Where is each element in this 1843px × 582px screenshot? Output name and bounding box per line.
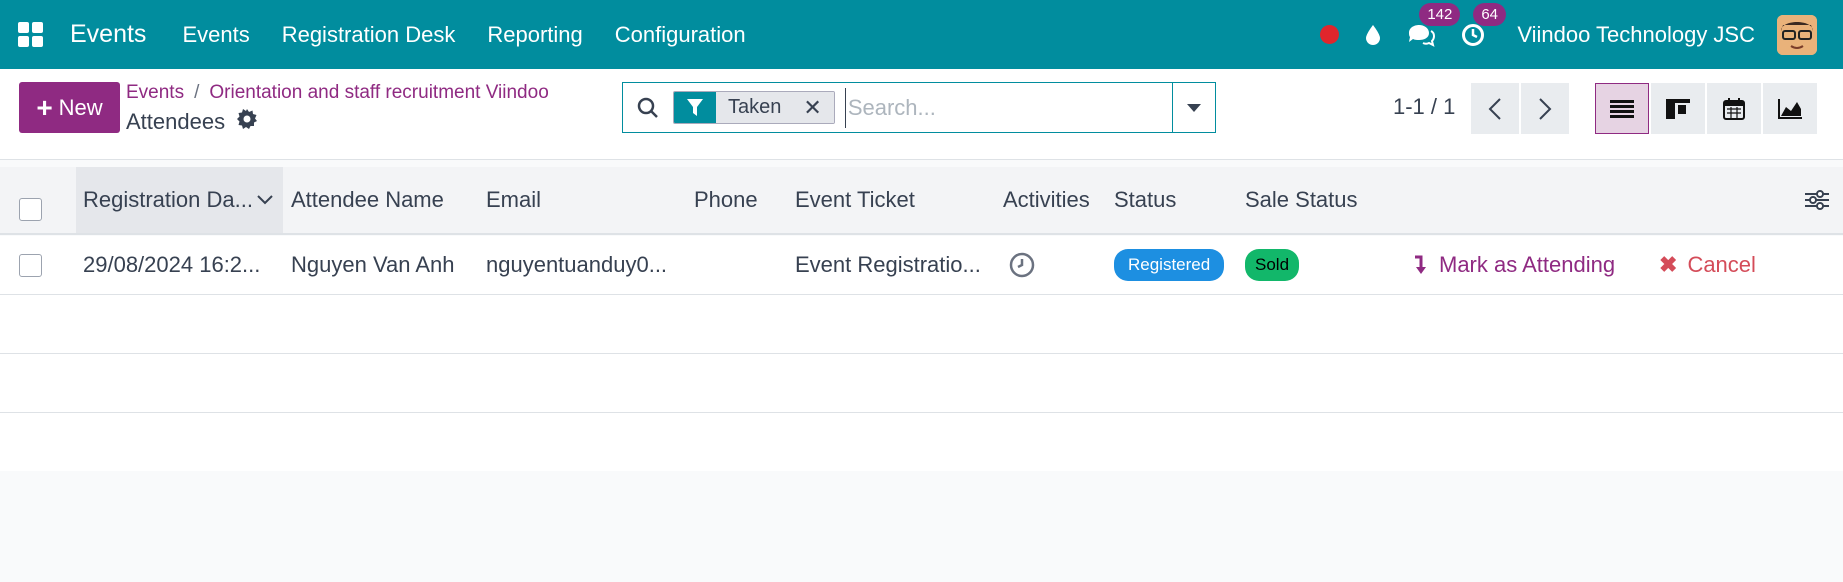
next-page-button[interactable] [1521,83,1569,134]
column-event-ticket[interactable]: Event Ticket [795,167,915,233]
activity-clock-icon[interactable] [1009,236,1035,294]
pager-buttons [1471,83,1569,134]
column-registration-date-label: Registration Da... [83,187,253,212]
chat-icon[interactable]: 142 [1407,2,1461,47]
graph-view-button[interactable] [1763,83,1817,134]
column-status[interactable]: Status [1114,167,1176,233]
column-phone[interactable]: Phone [694,167,758,233]
pager-value[interactable]: 1-1 / 1 [1393,94,1455,120]
activities-badge: 64 [1473,2,1506,26]
cancel-x-icon: ✖ [1659,252,1678,277]
table-footer-space [0,471,1843,582]
previous-page-button[interactable] [1471,83,1519,134]
cancel-button[interactable]: ✖ Cancel [1659,236,1756,294]
breadcrumb-event[interactable]: Orientation and staff recruitment Viindo… [209,82,548,103]
sort-chevron-down-icon [257,195,273,205]
empty-row [0,354,1843,413]
sale-status-badge: Sold [1245,249,1300,281]
filter-facet[interactable]: Taken ✕ [673,91,835,124]
row-checkbox[interactable] [19,254,42,277]
cell-event-ticket: Event Registratio... [795,252,981,277]
page-title: Attendees [126,109,258,135]
filter-icon [674,92,716,123]
attendees-list: Registration Da... Attendee Name Email P… [0,160,1843,582]
plus-icon: + [36,91,53,123]
top-navbar: Events Events Registration Desk Reportin… [0,0,1843,69]
search-icon[interactable] [623,97,673,119]
gear-icon[interactable] [237,109,258,135]
cancel-label: Cancel [1687,252,1756,277]
menu-configuration[interactable]: Configuration [599,0,762,69]
breadcrumb: Events / Orientation and staff recruitment… [126,82,549,104]
company-switcher[interactable]: Viindoo Technology JSC [1517,22,1755,48]
turn-down-arrow-icon [1415,255,1426,274]
breadcrumb-events[interactable]: Events [126,82,184,103]
record-icon[interactable] [1320,25,1340,44]
column-sale-status[interactable]: Sale Status [1245,167,1358,233]
menu-events[interactable]: Events [166,0,265,69]
close-icon[interactable]: ✕ [803,95,821,121]
mark-as-attending-label: Mark as Attending [1439,252,1616,277]
status-cell: Registered [1114,236,1225,294]
breadcrumb-separator: / [194,82,200,103]
user-avatar[interactable] [1777,14,1817,55]
search-bar: Taken ✕ [622,82,1216,133]
cell-attendee-name: Nguyen Van Anh [291,252,455,277]
column-activities[interactable]: Activities [1003,167,1090,233]
calendar-view-button[interactable] [1707,83,1761,134]
cell-registration-date: 29/08/2024 16:2... [83,252,261,277]
column-registration-date[interactable]: Registration Da... [76,167,283,233]
table-row[interactable]: 29/08/2024 16:2... Nguyen Van Anh nguyen… [0,236,1843,295]
menu-reporting[interactable]: Reporting [471,0,598,69]
table-header: Registration Da... Attendee Name Email P… [0,167,1843,235]
list-view-button[interactable] [1595,83,1649,134]
search-options-toggle[interactable] [1172,83,1215,132]
mark-as-attending-button[interactable]: Mark as Attending [1413,236,1615,294]
search-input[interactable] [844,87,1172,128]
messages-badge: 142 [1419,2,1461,26]
page-title-text: Attendees [126,109,226,134]
filter-facet-label: Taken [728,96,782,118]
column-attendee-name[interactable]: Attendee Name [291,167,444,233]
column-settings-icon[interactable] [1805,167,1829,233]
new-button[interactable]: + New [19,82,120,133]
droplet-icon[interactable] [1365,24,1381,46]
sale-status-cell: Sold [1245,236,1300,294]
view-switcher [1595,83,1817,134]
cell-email: nguyentuanduy0... [486,252,668,277]
kanban-view-button[interactable] [1651,83,1705,134]
apps-menu-icon[interactable] [0,0,60,69]
status-badge: Registered [1114,249,1225,281]
empty-row [0,295,1843,354]
column-email[interactable]: Email [486,167,541,233]
select-all-checkbox[interactable] [19,198,42,221]
new-button-label: New [58,94,103,120]
app-brand[interactable]: Events [70,20,146,49]
menu-registration-desk[interactable]: Registration Desk [266,0,472,69]
empty-row [0,413,1843,472]
activity-clock-icon[interactable]: 64 [1461,2,1506,47]
